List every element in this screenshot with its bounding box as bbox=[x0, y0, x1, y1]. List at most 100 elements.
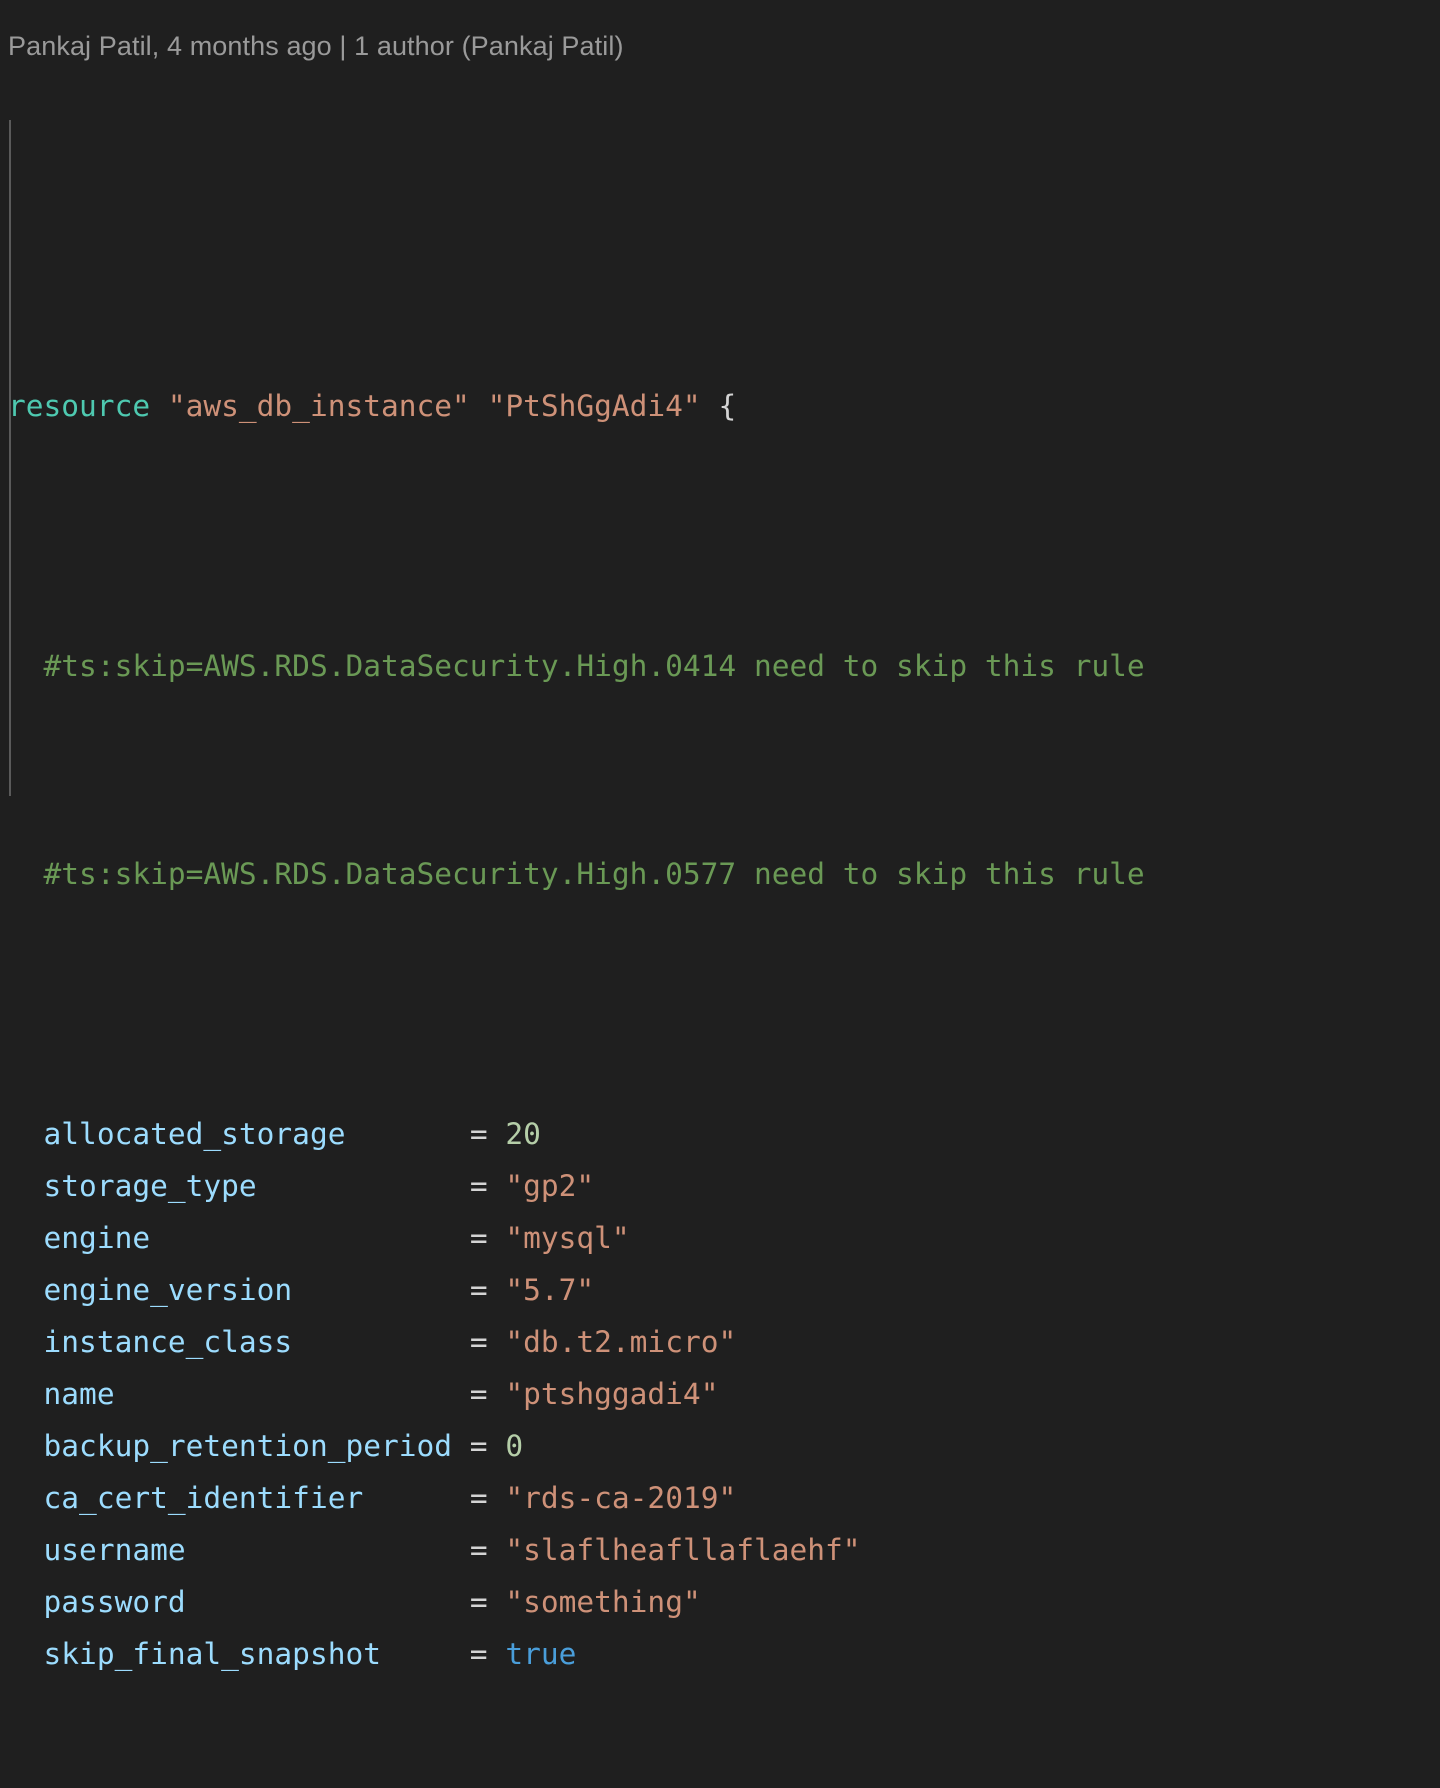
code-line-attribute[interactable]: ca_cert_identifier = "rds-ca-2019" bbox=[0, 1472, 1440, 1524]
attribute-value: "5.7" bbox=[505, 1273, 595, 1307]
code-line-attribute[interactable]: allocated_storage = 20 bbox=[0, 1108, 1440, 1160]
assignment-operator: = bbox=[469, 1221, 488, 1255]
attribute-value: 0 bbox=[505, 1429, 524, 1463]
code-line-attribute[interactable]: storage_type = "gp2" bbox=[0, 1160, 1440, 1212]
alignment-padding bbox=[345, 1117, 452, 1151]
attribute-name: password bbox=[43, 1585, 186, 1619]
attribute-value: "something" bbox=[505, 1585, 701, 1619]
code-line-comment-0577[interactable]: #ts:skip=AWS.RDS.DataSecurity.High.0577 … bbox=[0, 848, 1440, 900]
code-line-attribute[interactable]: skip_final_snapshot = true bbox=[0, 1628, 1440, 1680]
indent-guide-line bbox=[9, 120, 11, 796]
attribute-name: backup_retention_period bbox=[43, 1429, 453, 1463]
code-line-attribute[interactable]: username = "slaflheafllaflaehf" bbox=[0, 1524, 1440, 1576]
code-editor-pane[interactable]: Pankaj Patil, 4 months ago | 1 author (P… bbox=[0, 0, 1440, 1671]
attribute-value: "mysql" bbox=[505, 1221, 630, 1255]
assignment-operator: = bbox=[469, 1481, 488, 1515]
assignment-operator: = bbox=[469, 1429, 488, 1463]
attribute-name: engine bbox=[43, 1221, 151, 1255]
assignment-operator: = bbox=[469, 1117, 488, 1151]
assignment-operator: = bbox=[469, 1325, 488, 1359]
code-line-attribute[interactable]: engine_version = "5.7" bbox=[0, 1264, 1440, 1316]
alignment-padding bbox=[186, 1533, 452, 1567]
attribute-name: username bbox=[43, 1533, 186, 1567]
assignment-operator: = bbox=[469, 1585, 488, 1619]
assignment-operator: = bbox=[469, 1637, 488, 1671]
code-line-attribute[interactable]: backup_retention_period = 0 bbox=[0, 1420, 1440, 1472]
alignment-padding bbox=[257, 1169, 452, 1203]
attribute-value: "db.t2.micro" bbox=[505, 1325, 737, 1359]
resource-type-literal: "aws_db_instance" bbox=[167, 389, 470, 423]
assignment-operator: = bbox=[469, 1273, 488, 1307]
code-content[interactable]: resource "aws_db_instance" "PtShGgAdi4" … bbox=[0, 68, 1440, 1788]
code-line-attribute[interactable]: name = "ptshggadi4" bbox=[0, 1368, 1440, 1420]
attribute-value: 20 bbox=[505, 1117, 541, 1151]
attribute-value: "slaflheafllaflaehf" bbox=[505, 1533, 861, 1567]
code-line-attribute[interactable]: engine = "mysql" bbox=[0, 1212, 1440, 1264]
code-line-attribute[interactable]: instance_class = "db.t2.micro" bbox=[0, 1316, 1440, 1368]
attribute-name: instance_class bbox=[43, 1325, 293, 1359]
attribute-name: name bbox=[43, 1377, 115, 1411]
alignment-padding bbox=[381, 1637, 452, 1671]
attribute-name: allocated_storage bbox=[43, 1117, 346, 1151]
attribute-name: ca_cert_identifier bbox=[43, 1481, 364, 1515]
attribute-value: "ptshggadi4" bbox=[505, 1377, 719, 1411]
alignment-padding bbox=[363, 1481, 452, 1515]
git-blame-annotation[interactable]: Pankaj Patil, 4 months ago | 1 author (P… bbox=[0, 24, 1440, 68]
assignment-operator: = bbox=[469, 1169, 488, 1203]
attribute-name: skip_final_snapshot bbox=[43, 1637, 381, 1671]
assignment-operator: = bbox=[469, 1533, 488, 1567]
alignment-padding bbox=[115, 1377, 452, 1411]
attribute-value: true bbox=[505, 1637, 577, 1671]
keyword-resource: resource bbox=[8, 389, 151, 423]
attribute-value: "rds-ca-2019" bbox=[505, 1481, 737, 1515]
comment-skip-rule-0414: #ts:skip=AWS.RDS.DataSecurity.High.0414 … bbox=[43, 649, 1145, 683]
alignment-padding bbox=[150, 1221, 452, 1255]
open-brace: { bbox=[718, 389, 737, 423]
code-line-comment-0414[interactable]: #ts:skip=AWS.RDS.DataSecurity.High.0414 … bbox=[0, 640, 1440, 692]
attribute-lines-group: allocated_storage = 20 storage_type = "g… bbox=[0, 1108, 1440, 1680]
code-line-resource-declaration[interactable]: resource "aws_db_instance" "PtShGgAdi4" … bbox=[0, 380, 1440, 432]
alignment-padding bbox=[186, 1585, 452, 1619]
attribute-name: storage_type bbox=[43, 1169, 257, 1203]
attribute-value: "gp2" bbox=[505, 1169, 595, 1203]
comment-skip-rule-0577: #ts:skip=AWS.RDS.DataSecurity.High.0577 … bbox=[43, 857, 1145, 891]
code-line-attribute[interactable]: password = "something" bbox=[0, 1576, 1440, 1628]
assignment-operator: = bbox=[469, 1377, 488, 1411]
